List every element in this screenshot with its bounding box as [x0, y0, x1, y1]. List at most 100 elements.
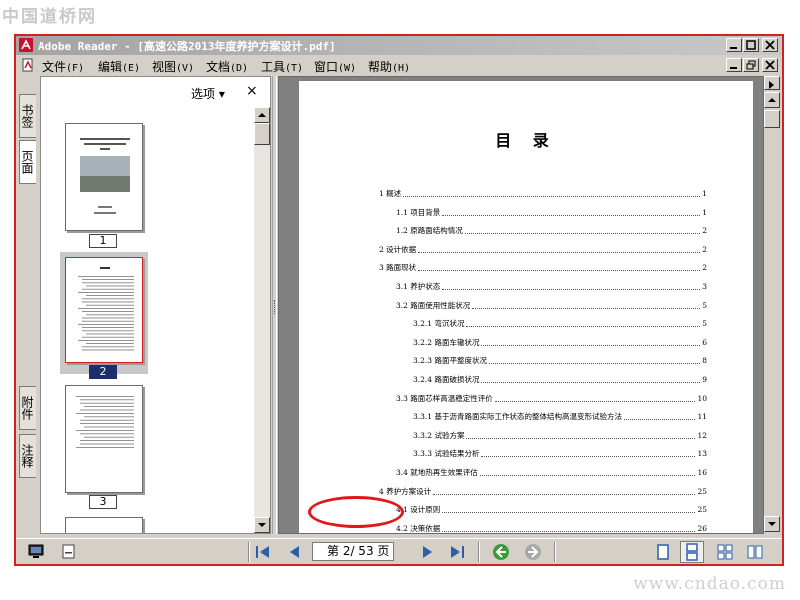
thumbnail-text-line: [84, 406, 134, 407]
navigation-tabs: 书签 页面 附件 注释: [16, 76, 38, 534]
document-minimize-button[interactable]: [726, 58, 742, 72]
menu-file[interactable]: 文件(F): [42, 58, 84, 75]
thumbnail-text-line: [82, 317, 134, 319]
first-page-button[interactable]: [254, 543, 272, 561]
thumbnail-page-3[interactable]: [65, 385, 143, 493]
tab-attachments[interactable]: 附件: [19, 386, 36, 430]
continuous-view-button[interactable]: [680, 541, 704, 563]
monitor-icon: [28, 544, 44, 558]
thumbnail-page-2[interactable]: [65, 257, 143, 363]
toc-entry[interactable]: 3.2.1 弯沉状况 5: [413, 318, 707, 330]
toc-leader-dots: [472, 300, 701, 309]
toc-entry[interactable]: 4.1 设计原则 25: [396, 504, 707, 516]
thumbnail-page-number-selected[interactable]: 2: [89, 365, 117, 379]
toc-entry[interactable]: 3.2.3 路面平整度状况 8: [413, 355, 707, 367]
go-forward-button[interactable]: [524, 543, 542, 561]
menu-view[interactable]: 视图(V): [152, 58, 194, 75]
document-view[interactable]: 目 录 1 概述 1 1.1 项目背景 1 1.2 原路面结构情况 2 2 设计依据 2 3 路…: [278, 76, 764, 534]
menu-tools[interactable]: 工具(T): [261, 58, 303, 75]
toc-entry[interactable]: 1.2 原路面结构情况 2: [396, 225, 707, 237]
toc-entry[interactable]: 3.3.3 试验结果分析 13: [413, 448, 707, 460]
thumbnails-header: 选项 ▾ ×: [41, 77, 270, 107]
expand-panel-button[interactable]: [764, 76, 780, 90]
previous-page-icon: [290, 546, 299, 558]
page-number-field[interactable]: 第 2/ 53 页: [312, 542, 394, 561]
thumbnail-text-line: [82, 311, 134, 312]
reader-window: Adobe Reader - [高速公路2013年度养护方案设计.pdf] 文件…: [14, 34, 784, 566]
menu-tools-label: 工具: [261, 60, 286, 74]
toc-entry[interactable]: 3.1 养护状态 3: [396, 281, 707, 293]
toc-entry[interactable]: 2 设计依据 2: [379, 244, 707, 256]
toc-entry[interactable]: 3.3 路面芯样高温稳定性评价 10: [396, 393, 707, 405]
toc-entry[interactable]: 3.3.2 试验方案 12: [413, 430, 707, 442]
go-back-button[interactable]: [492, 543, 510, 561]
thumbnail-page-4[interactable]: [65, 517, 143, 533]
toc-entry-text: 1.1 项目背景: [396, 207, 441, 217]
window-minimize-button[interactable]: [726, 38, 742, 52]
toc-entry-text: 3.3 路面芯样高温稳定性评价: [396, 393, 493, 403]
toc-leader-dots: [466, 318, 701, 328]
thumbnail-text-line: [80, 443, 134, 445]
window-title: Adobe Reader - [高速公路2013年度养护方案设计.pdf]: [38, 40, 336, 53]
menu-help[interactable]: 帮助(H): [368, 58, 410, 75]
toc-entry-page: 2: [702, 226, 707, 236]
window-maximize-button[interactable]: [743, 38, 759, 52]
menu-window-label: 窗口: [314, 60, 339, 74]
toc-entry[interactable]: 3.3.1 基于沥青路面实际工作状态的整体结构高温变形试验方法 11: [413, 411, 707, 423]
title-bar[interactable]: Adobe Reader - [高速公路2013年度养护方案设计.pdf]: [16, 36, 782, 55]
page-options-button[interactable]: [60, 543, 78, 561]
panel-close-button[interactable]: ×: [246, 83, 258, 99]
scroll-down-button[interactable]: [764, 516, 780, 532]
scroll-thumb[interactable]: [254, 123, 270, 145]
toc-entry[interactable]: 3 路面现状 2: [379, 262, 707, 274]
tab-bookmarks[interactable]: 书签: [19, 94, 36, 138]
thumbnail-text-line: [82, 346, 134, 348]
continuous-facing-view-button[interactable]: [716, 543, 734, 561]
next-page-button[interactable]: [418, 543, 436, 561]
thumbnail-page-number[interactable]: 1: [89, 234, 117, 248]
scroll-up-button[interactable]: [254, 107, 270, 123]
toc-entry[interactable]: 3.2.2 路面车辙状况 6: [413, 337, 707, 349]
thumbnail-page-number[interactable]: 3: [89, 495, 117, 509]
scroll-thumb[interactable]: [764, 110, 780, 128]
toc-entry[interactable]: 4 养护方案设计 25: [379, 486, 707, 498]
toc-entry[interactable]: 4.2 决策依据 26: [396, 523, 707, 533]
single-page-view-button[interactable]: [654, 543, 672, 561]
document-scrollbar[interactable]: [764, 76, 782, 534]
previous-page-button[interactable]: [286, 543, 304, 561]
toc-entry[interactable]: 1 概述 1: [379, 188, 707, 200]
document-restore-button[interactable]: [743, 58, 759, 72]
minimize-icon: [730, 47, 737, 49]
toc-entry[interactable]: 1.1 项目背景 1: [396, 207, 707, 219]
window-close-button[interactable]: [762, 38, 778, 52]
thumbnail-page-1[interactable]: [65, 123, 143, 231]
thumbnails-scrollbar[interactable]: [254, 107, 270, 533]
scroll-up-button[interactable]: [764, 92, 780, 108]
menu-edit-key: (E): [122, 63, 141, 74]
arrow-right-icon: [769, 81, 774, 89]
menu-document[interactable]: 文档(D): [206, 58, 248, 75]
menu-edit[interactable]: 编辑(E): [98, 58, 140, 75]
pdf-document-icon[interactable]: [22, 58, 34, 72]
toc-entry[interactable]: 3.2.4 路面破损状况 9: [413, 374, 707, 386]
full-screen-toggle-button[interactable]: [28, 543, 46, 561]
toc-leader-dots: [403, 188, 701, 197]
panel-splitter[interactable]: [272, 76, 277, 534]
last-page-button[interactable]: [448, 543, 466, 561]
menu-window[interactable]: 窗口(W): [314, 58, 356, 75]
document-close-button[interactable]: [762, 58, 778, 72]
scroll-down-button[interactable]: [254, 517, 270, 533]
toc-entry[interactable]: 3.4 就地热再生效果评估 16: [396, 467, 707, 479]
tab-pages[interactable]: 页面: [19, 140, 36, 184]
toc-entry-text: 1 概述: [379, 189, 402, 198]
facing-view-button[interactable]: [746, 543, 764, 561]
close-icon: [765, 60, 775, 70]
toc-entry-text: 3.2.2 路面车辙状况: [413, 337, 480, 347]
thumbnail-text-line: [80, 399, 134, 401]
toc-entry[interactable]: 3.2 路面使用性能状况 5: [396, 300, 707, 312]
tab-comments[interactable]: 注释: [19, 434, 36, 478]
toc-leader-dots: [494, 393, 696, 402]
toc-entry-text: 3.2.1 弯沉状况: [413, 319, 465, 329]
options-menu-button[interactable]: 选项 ▾: [191, 85, 225, 102]
toc-entry-text: 1.2 原路面结构情况: [396, 226, 463, 236]
